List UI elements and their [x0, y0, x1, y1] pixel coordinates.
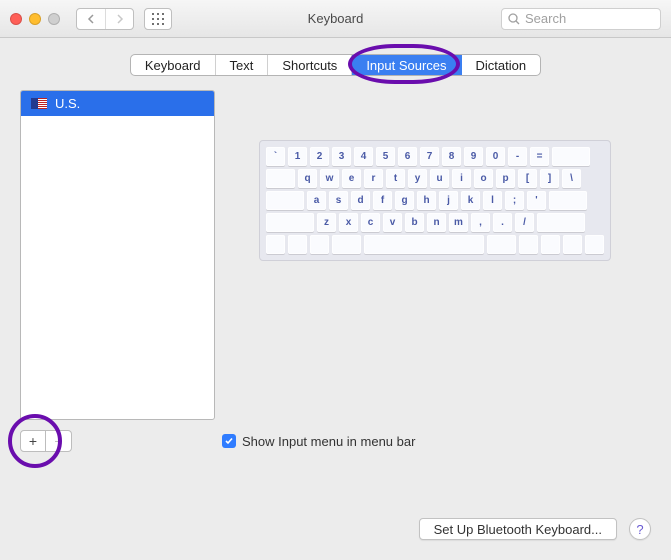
checkmark-icon — [224, 436, 234, 446]
search-placeholder: Search — [525, 11, 566, 26]
key: h — [417, 191, 436, 210]
key: 5 — [376, 147, 395, 166]
key: 1 — [288, 147, 307, 166]
nav-forward-button[interactable] — [105, 9, 133, 29]
key — [537, 213, 585, 232]
search-icon — [508, 13, 520, 25]
key: d — [351, 191, 370, 210]
key: b — [405, 213, 424, 232]
key: z — [317, 213, 336, 232]
key — [364, 235, 484, 254]
search-input[interactable]: Search — [501, 8, 661, 30]
key: e — [342, 169, 361, 188]
key: / — [515, 213, 534, 232]
key — [288, 235, 307, 254]
key — [541, 235, 560, 254]
key — [552, 147, 590, 166]
key: 6 — [398, 147, 417, 166]
key: ; — [505, 191, 524, 210]
key — [310, 235, 329, 254]
nav-back-forward — [76, 8, 134, 30]
key: r — [364, 169, 383, 188]
key: y — [408, 169, 427, 188]
key: a — [307, 191, 326, 210]
key: ' — [527, 191, 546, 210]
traffic-lights — [10, 13, 60, 25]
content-pane: U.S. `1234567890-= qwertyuiop[]\ asdfghj… — [20, 90, 651, 420]
tab-input-sources[interactable]: Input Sources — [352, 55, 461, 75]
key: n — [427, 213, 446, 232]
show-input-menu-row[interactable]: Show Input menu in menu bar — [222, 434, 415, 449]
key: \ — [562, 169, 581, 188]
bottom-controls: + − Show Input menu in menu bar — [20, 430, 651, 452]
key: 9 — [464, 147, 483, 166]
key: . — [493, 213, 512, 232]
key: 2 — [310, 147, 329, 166]
key: o — [474, 169, 493, 188]
key: 7 — [420, 147, 439, 166]
key — [332, 235, 361, 254]
key: q — [298, 169, 317, 188]
key: 0 — [486, 147, 505, 166]
key: ` — [266, 147, 285, 166]
key: - — [508, 147, 527, 166]
key: i — [452, 169, 471, 188]
key — [266, 235, 285, 254]
flag-us-icon — [31, 98, 47, 109]
key: j — [439, 191, 458, 210]
add-source-button[interactable]: + — [20, 430, 46, 452]
show-input-menu-label: Show Input menu in menu bar — [242, 434, 415, 449]
key: u — [430, 169, 449, 188]
key — [266, 191, 304, 210]
key: p — [496, 169, 515, 188]
setup-bluetooth-button[interactable]: Set Up Bluetooth Keyboard... — [419, 518, 617, 540]
add-remove-segment: + − — [20, 430, 72, 452]
key — [563, 235, 582, 254]
close-window-button[interactable] — [10, 13, 22, 25]
key: g — [395, 191, 414, 210]
keyboard-preview-pane: `1234567890-= qwertyuiop[]\ asdfghjkl;' … — [219, 90, 651, 420]
key — [487, 235, 516, 254]
key — [549, 191, 587, 210]
pane-tabs: Keyboard Text Shortcuts Input Sources Di… — [0, 54, 671, 76]
key: ] — [540, 169, 559, 188]
key: x — [339, 213, 358, 232]
key: , — [471, 213, 490, 232]
key: w — [320, 169, 339, 188]
key: 3 — [332, 147, 351, 166]
minimize-window-button[interactable] — [29, 13, 41, 25]
key: v — [383, 213, 402, 232]
key: f — [373, 191, 392, 210]
tab-keyboard[interactable]: Keyboard — [131, 55, 216, 75]
help-button[interactable]: ? — [629, 518, 651, 540]
key: = — [530, 147, 549, 166]
key: m — [449, 213, 468, 232]
key: k — [461, 191, 480, 210]
tab-dictation[interactable]: Dictation — [462, 55, 541, 75]
zoom-window-button — [48, 13, 60, 25]
source-item-label: U.S. — [55, 96, 80, 111]
show-input-menu-checkbox[interactable] — [222, 434, 236, 448]
key: c — [361, 213, 380, 232]
keyboard-preview: `1234567890-= qwertyuiop[]\ asdfghjkl;' … — [259, 140, 611, 261]
show-all-button[interactable] — [144, 8, 172, 30]
key: [ — [518, 169, 537, 188]
key — [266, 213, 314, 232]
key: 4 — [354, 147, 373, 166]
tab-shortcuts[interactable]: Shortcuts — [268, 55, 352, 75]
footer: Set Up Bluetooth Keyboard... ? — [419, 518, 651, 540]
tab-text[interactable]: Text — [216, 55, 269, 75]
key — [585, 235, 604, 254]
window-titlebar: Keyboard Search — [0, 0, 671, 38]
key — [266, 169, 295, 188]
remove-source-button: − — [46, 430, 72, 452]
key — [519, 235, 538, 254]
key: s — [329, 191, 348, 210]
nav-back-button[interactable] — [77, 9, 105, 29]
key: 8 — [442, 147, 461, 166]
key: l — [483, 191, 502, 210]
input-source-list[interactable]: U.S. — [20, 90, 215, 420]
source-item-us[interactable]: U.S. — [21, 91, 214, 116]
key: t — [386, 169, 405, 188]
